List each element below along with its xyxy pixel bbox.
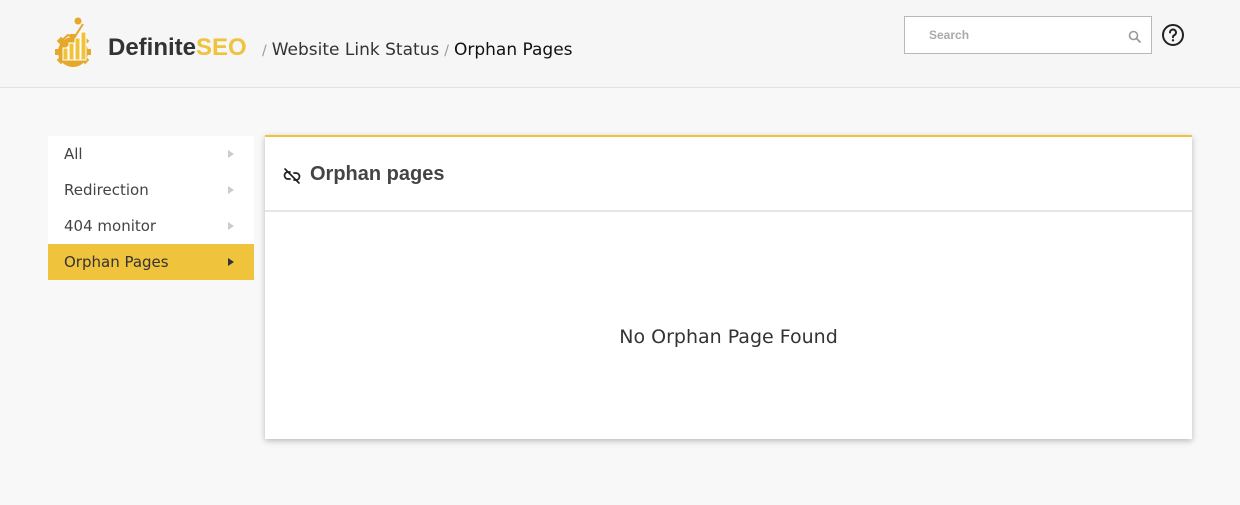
sidebar-item-orphan-pages[interactable]: Orphan Pages bbox=[48, 244, 254, 280]
search-input[interactable] bbox=[905, 17, 1115, 53]
breadcrumb: / Website Link Status / Orphan Pages bbox=[262, 39, 573, 62]
sidebar-item-label: All bbox=[64, 145, 83, 163]
caret-right-icon bbox=[228, 150, 234, 158]
sidebar-item-label: Redirection bbox=[64, 181, 149, 199]
top-header: DefiniteSEO / Website Link Status / Orphan … bbox=[0, 0, 1240, 88]
broken-link-icon bbox=[283, 168, 301, 184]
orphan-pages-panel: Orphan pages No Orphan Page Found bbox=[265, 135, 1192, 439]
caret-right-icon bbox=[228, 186, 234, 194]
sidebar-item-label: 404 monitor bbox=[64, 217, 157, 235]
search-box bbox=[904, 16, 1152, 54]
help-circle-icon[interactable] bbox=[1161, 23, 1185, 47]
panel-header: Orphan pages bbox=[265, 137, 1192, 212]
caret-right-icon bbox=[228, 258, 234, 266]
brand-name-part1: Definite bbox=[108, 34, 197, 61]
sidebar-menu: All Redirection 404 monitor Orphan Pages bbox=[48, 136, 254, 280]
panel-title: Orphan pages bbox=[310, 163, 445, 185]
search-icon[interactable] bbox=[1128, 30, 1142, 44]
empty-state-message: No Orphan Page Found bbox=[619, 326, 838, 348]
definiteseo-logo-icon[interactable] bbox=[52, 15, 94, 67]
caret-right-icon bbox=[228, 222, 234, 230]
sidebar-item-all[interactable]: All bbox=[48, 136, 254, 172]
breadcrumb-separator: / bbox=[262, 43, 267, 59]
breadcrumb-separator: / bbox=[444, 43, 449, 59]
sidebar-item-label: Orphan Pages bbox=[64, 253, 169, 271]
sidebar-item-404-monitor[interactable]: 404 monitor bbox=[48, 208, 254, 244]
brand-name-part2: SEO bbox=[196, 34, 247, 61]
sidebar-item-redirection[interactable]: Redirection bbox=[48, 172, 254, 208]
breadcrumb-orphan-pages: Orphan Pages bbox=[454, 40, 573, 60]
breadcrumb-website-link-status[interactable]: Website Link Status bbox=[272, 40, 440, 60]
brand-name[interactable]: DefiniteSEO bbox=[108, 34, 247, 62]
